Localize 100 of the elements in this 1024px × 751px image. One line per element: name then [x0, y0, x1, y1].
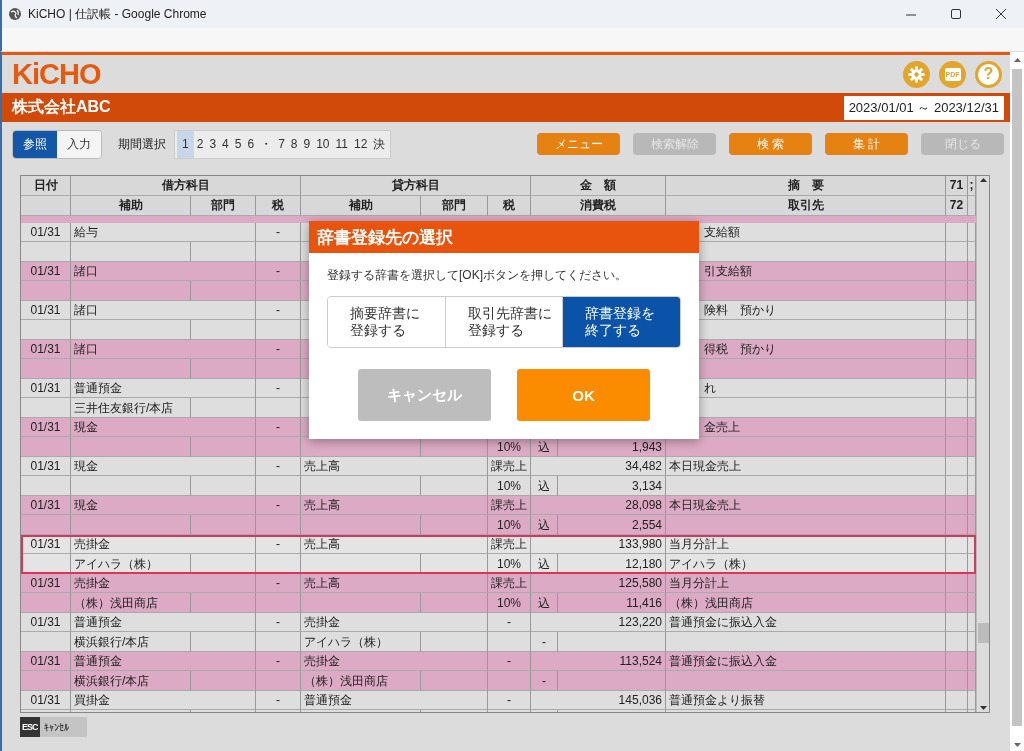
- table-cell: 01/31: [21, 339, 71, 360]
- table-cell: 課売上: [488, 573, 531, 594]
- table-cell: 10%: [488, 515, 531, 535]
- column-header: 71: [946, 176, 968, 196]
- column-header: 取引先: [666, 195, 946, 216]
- table-cell: 12,180: [558, 554, 666, 574]
- table-cell: 01/31: [21, 690, 71, 711]
- table-cell: 3,134: [558, 476, 666, 496]
- window-title: KiCHO | 仕訳帳 - Google Chrome: [28, 5, 208, 23]
- table-cell: -: [256, 222, 301, 243]
- table-cell: -: [256, 495, 301, 516]
- column-header: 消費税: [531, 195, 666, 216]
- table-cell: 2,554: [558, 515, 666, 535]
- table-cell: 01/31: [21, 534, 71, 555]
- table-cell: 横浜銀行/本店: [71, 632, 191, 652]
- table-cell: 現金: [71, 456, 256, 477]
- column-header: 部門: [191, 195, 256, 216]
- table-cell: 売上高: [301, 495, 488, 516]
- table-cell: （株）浅田商店: [71, 593, 191, 613]
- table-cell: 01/31: [21, 261, 71, 282]
- dialog-message: 登録する辞書を選択して[OK]ボタンを押してください。: [326, 267, 628, 284]
- table-cell: 普通預金に振込入金: [666, 612, 946, 633]
- table-cell: 113,524: [531, 651, 666, 672]
- table-cell: アイハラ（株）: [666, 554, 946, 574]
- table-cell: 売掛金: [301, 612, 488, 633]
- column-header: 補助: [71, 195, 191, 216]
- table-cell: 01/31: [21, 573, 71, 594]
- table-cell: 普通預金: [71, 378, 256, 399]
- table-cell: 28,098: [531, 495, 666, 516]
- table-cell: -: [256, 612, 301, 633]
- table-cell: 34,482: [531, 456, 666, 477]
- table-cell: -: [488, 690, 531, 711]
- table-cell: 込: [531, 593, 558, 613]
- table-cell: -: [531, 632, 558, 652]
- column-header: 借方科目: [71, 176, 301, 196]
- table-cell: 課売上: [488, 534, 531, 555]
- table-cell: 10%: [488, 593, 531, 613]
- column-header: 金 額: [531, 176, 666, 196]
- table-cell: 現金: [71, 495, 256, 516]
- table-cell: 込: [531, 515, 558, 535]
- table-cell: 売掛金: [301, 651, 488, 672]
- table-cell: -: [256, 534, 301, 555]
- logo: KiCHO: [12, 57, 102, 91]
- table-cell: 145,036: [531, 690, 666, 711]
- column-header: 日付: [21, 176, 71, 196]
- table-cell: 125,580: [531, 573, 666, 594]
- table-cell: 01/31: [21, 495, 71, 516]
- column-header: 部門: [421, 195, 488, 216]
- table-cell: -: [531, 671, 558, 691]
- table-cell: 売上高: [301, 534, 488, 555]
- table-cell: 込: [531, 476, 558, 496]
- table-cell: 普通預金: [71, 651, 256, 672]
- table-cell: 11,416: [558, 593, 666, 613]
- table-cell: 123,220: [531, 612, 666, 633]
- dialog-title: 辞書登録先の選択: [309, 221, 699, 253]
- table-cell: -: [256, 339, 301, 360]
- table-cell: -: [256, 573, 301, 594]
- company-name: 株式会社ABC: [12, 97, 112, 117]
- table-cell: -: [256, 417, 301, 438]
- table-cell: 普通預金: [301, 690, 488, 711]
- table-cell: 売掛金: [71, 534, 256, 555]
- table-cell: 普通預金に振込入金: [666, 651, 946, 672]
- table-cell: （株）浅田商店: [301, 671, 421, 691]
- column-header: 税: [256, 195, 301, 216]
- table-cell: -: [488, 612, 531, 633]
- table-cell: -: [256, 456, 301, 477]
- table-cell: 横浜銀行/本店: [71, 671, 191, 691]
- table-cell: 買掛金: [71, 690, 256, 711]
- table-cell: 普通預金より振替: [666, 690, 946, 711]
- table-cell: 課売上: [488, 495, 531, 516]
- table-cell: 売上高: [301, 573, 488, 594]
- table-cell: 当月分計上: [666, 534, 946, 555]
- table-cell: -: [256, 300, 301, 321]
- column-header: 税: [488, 195, 531, 216]
- table-cell: 当月分計上: [666, 573, 946, 594]
- table-cell: 01/31: [21, 612, 71, 633]
- table-cell: -: [256, 261, 301, 282]
- table-cell: （株）浅田商店: [666, 593, 946, 613]
- table-cell: アイハラ（株）: [71, 554, 191, 574]
- table-cell: 本日現金売上: [666, 495, 946, 516]
- column-header: 72: [946, 195, 968, 216]
- table-cell: 01/31: [21, 456, 71, 477]
- table-cell: 01/31: [21, 417, 71, 438]
- column-header: 摘 要: [666, 176, 946, 196]
- table-cell: 諸口: [71, 300, 256, 321]
- table-cell: 込: [531, 554, 558, 574]
- period-label: 期間選択: [118, 135, 166, 153]
- table-cell: 01/31: [21, 300, 71, 321]
- table-cell: -: [256, 651, 301, 672]
- table-cell: 01/31: [21, 222, 71, 243]
- column-header: 補助: [301, 195, 421, 216]
- table-cell: 課売上: [488, 456, 531, 477]
- table-cell: 売掛金: [71, 573, 256, 594]
- table-cell: 三井住友銀行/本店: [71, 398, 191, 418]
- table-cell: アイハラ（株）: [301, 632, 421, 652]
- table-cell: 給与: [71, 222, 256, 243]
- table-cell: 本日現金売上: [666, 456, 946, 477]
- table-cell: 133,980: [531, 534, 666, 555]
- table-cell: 普通預金: [71, 612, 256, 633]
- table-cell: 諸口: [71, 339, 256, 360]
